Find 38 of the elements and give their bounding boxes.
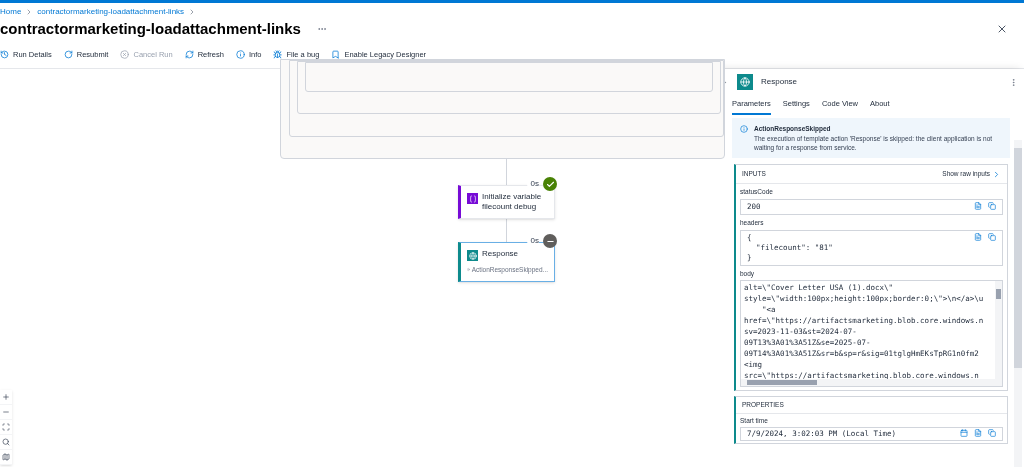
- cancel-icon: [120, 50, 130, 59]
- variable-icon: [467, 193, 478, 204]
- close-icon[interactable]: [996, 23, 1008, 35]
- panel-title: Response: [761, 76, 798, 88]
- info-icon: [740, 125, 748, 134]
- duration-text: 0s: [526, 178, 539, 190]
- calendar-icon[interactable]: [960, 429, 968, 437]
- resubmit-icon: [63, 50, 73, 59]
- fit-view-icon[interactable]: [0, 420, 12, 435]
- node-title: Response: [482, 249, 519, 259]
- globe-icon: [737, 74, 753, 90]
- clock-icon: [0, 50, 9, 59]
- copy-icon[interactable]: [988, 232, 996, 241]
- bug-icon: [273, 50, 283, 59]
- more-icon[interactable]: [1009, 77, 1018, 87]
- document-icon[interactable]: [974, 232, 982, 241]
- bookmark-icon: [331, 50, 341, 59]
- duration-text: 0s: [526, 235, 539, 247]
- copy-icon[interactable]: [988, 201, 996, 210]
- document-icon[interactable]: [974, 429, 982, 437]
- info-icon: [235, 50, 245, 59]
- copy-icon[interactable]: [988, 429, 996, 437]
- breadcrumb-link[interactable]: contractormarketing-loadattachment-links: [37, 6, 185, 18]
- connector-line: [506, 159, 507, 185]
- document-icon[interactable]: [974, 201, 982, 210]
- breadcrumb-link[interactable]: Home: [0, 6, 22, 18]
- refresh-icon: [184, 50, 194, 59]
- connector-line: [506, 219, 507, 242]
- chevron-icon: [992, 169, 1001, 179]
- vertical-scrollbar[interactable]: [995, 281, 1002, 380]
- panel-scrollbar[interactable]: [1014, 140, 1022, 467]
- globe-icon: [467, 250, 478, 261]
- workflow-node[interactable]: Initialize variable filecount debug: [458, 185, 555, 219]
- horizontal-scrollbar[interactable]: [741, 379, 1002, 387]
- info-icon: [467, 266, 470, 274]
- node-title: Initialize variable filecount debug: [482, 192, 543, 212]
- page-title: contractormarketing-loadattachment-links: [0, 18, 301, 39]
- search-icon[interactable]: [0, 435, 12, 450]
